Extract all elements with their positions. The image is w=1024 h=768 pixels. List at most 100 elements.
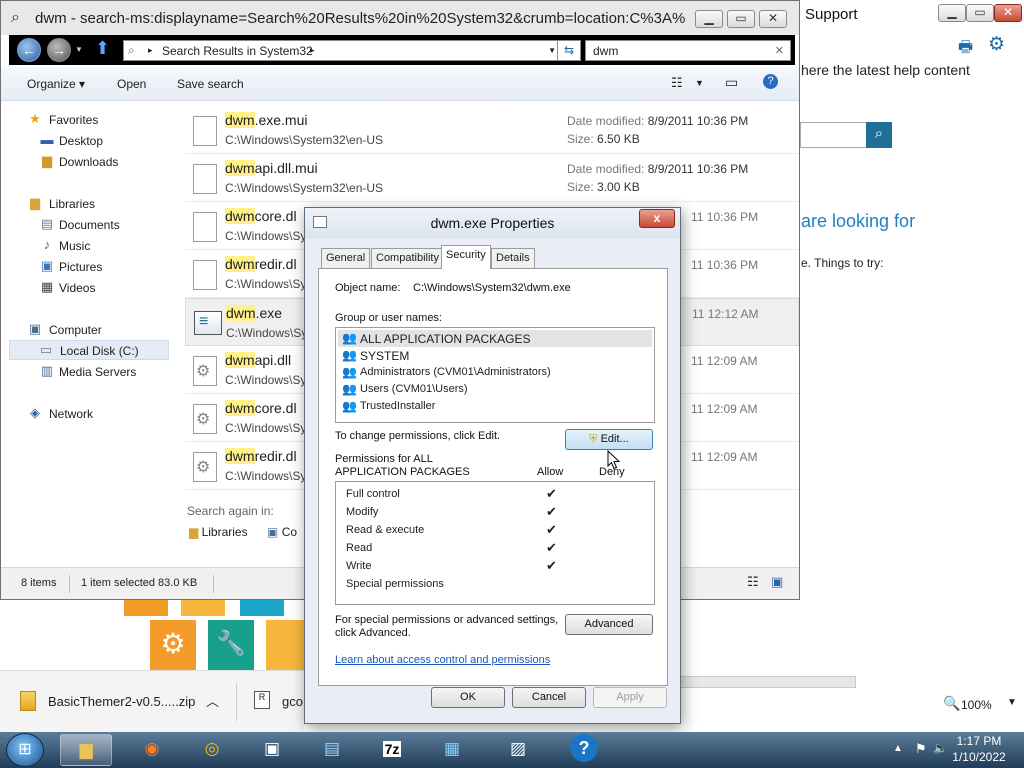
maximize-button[interactable]: ▭ <box>727 10 755 28</box>
zoom-icon[interactable]: 🔍 <box>943 695 960 712</box>
download-item-name[interactable]: BasicThemer2-v0.5.....zip <box>48 694 195 709</box>
nav-libraries[interactable]: ▆ Libraries <box>1 194 169 214</box>
nav-label: Favorites <box>49 113 99 127</box>
user-item[interactable]: 👥 Users (CVM01\Users) <box>338 381 652 398</box>
gear-tile-icon: ⚙ <box>150 620 196 670</box>
user-item[interactable]: 👥 SYSTEM <box>338 347 652 364</box>
clock-time[interactable]: 1:17 PM <box>944 734 1014 748</box>
search-icon[interactable]: ⌕ <box>866 122 892 148</box>
address-dropdown-icon[interactable]: ▼ <box>548 46 556 55</box>
large-icons-view-icon[interactable]: ▣ <box>771 574 783 590</box>
zoom-dropdown-icon[interactable]: ▼ <box>1007 697 1017 708</box>
close-button[interactable]: ✕ <box>759 10 787 28</box>
ok-button[interactable]: OK <box>431 687 505 708</box>
taskbar-notepad-icon[interactable]: ▤ <box>306 734 358 766</box>
user-item[interactable]: 👥 TrustedInstaller <box>338 398 652 415</box>
nav-documents[interactable]: ▤ Documents <box>1 215 169 235</box>
back-arrow-icon[interactable]: ← <box>17 38 41 62</box>
recent-pages-dropdown-icon[interactable]: ▼ <box>75 45 83 54</box>
dialog-close-button[interactable]: x <box>639 209 675 228</box>
gear-icon[interactable]: ⚙ <box>988 33 1005 56</box>
start-button[interactable]: ⊞ <box>6 733 44 767</box>
help-search-input[interactable] <box>800 122 866 148</box>
search-value[interactable]: dwm <box>593 44 618 58</box>
action-center-flag-icon[interactable]: ⚑ <box>915 741 927 757</box>
taskbar-monitor-icon[interactable]: ▨ <box>492 734 544 766</box>
nav-desktop[interactable]: ▬ Desktop <box>1 131 169 151</box>
nav-downloads[interactable]: ▆ Downloads <box>1 152 169 172</box>
explorer-titlebar[interactable]: ⌕ dwm - search-ms:displayname=Search%20R… <box>1 1 799 35</box>
taskbar-control-panel-icon[interactable]: ▦ <box>426 734 478 766</box>
open-button[interactable]: Open <box>117 77 146 91</box>
taskbar-firefox-icon[interactable]: ◉ <box>126 734 178 766</box>
zoom-level[interactable]: 100% <box>961 698 992 712</box>
result-name: dwmredir.dl <box>225 256 297 272</box>
details-view-icon[interactable]: ☷ <box>747 574 759 590</box>
nav-media-servers[interactable]: ▥ Media Servers <box>1 362 169 382</box>
taskbar-chrome-icon[interactable]: ◎ <box>186 734 238 766</box>
clear-search-icon[interactable]: ✕ <box>775 44 784 57</box>
user-item[interactable]: 👥 Administrators (CVM01\Administrators) <box>338 364 652 381</box>
up-arrow-icon[interactable]: ⬆ <box>95 38 110 59</box>
tab-general[interactable]: General <box>321 248 371 268</box>
videos-icon: ▦ <box>40 279 54 294</box>
print-icon[interactable]: 🖶 <box>958 36 973 63</box>
explorer-title: dwm - search-ms:displayname=Search%20Res… <box>35 10 685 27</box>
nav-computer[interactable]: ▣ Computer <box>1 320 169 340</box>
view-options-icon[interactable]: ☷ <box>671 75 683 91</box>
minimize-button[interactable]: ▁ <box>695 10 723 28</box>
preview-pane-icon[interactable]: ▭ <box>725 74 738 91</box>
tray-expand-icon[interactable]: ▲ <box>893 743 903 754</box>
address-bar[interactable]: ⌕ ▸ Search Results in System32 ▸ ▼ <box>123 40 563 61</box>
tab-details[interactable]: Details <box>491 248 535 268</box>
taskbar-7zip-icon[interactable]: 7z <box>366 734 418 766</box>
forward-arrow-icon[interactable]: → <box>47 38 71 62</box>
horizontal-scrollbar[interactable] <box>680 676 856 688</box>
tab-security[interactable]: Security <box>441 245 491 269</box>
performance-monitor-icon: ▨ <box>509 739 527 758</box>
search-again-computer[interactable]: ▣ Co <box>267 525 297 539</box>
apply-button[interactable]: Apply <box>593 687 667 708</box>
network-icon: ◈ <box>30 405 40 420</box>
nav-favorites[interactable]: ★ Favorites <box>1 110 169 130</box>
nav-network[interactable]: ◈ Network <box>1 404 169 424</box>
download-item-name[interactable]: gco <box>282 694 303 709</box>
object-name-value: C:\Windows\System32\dwm.exe <box>413 282 571 294</box>
result-name-rest: .exe.mui <box>254 112 308 128</box>
refresh-icon[interactable]: ⇆ <box>557 40 581 61</box>
help-icon[interactable]: ? <box>763 74 778 89</box>
tab-compatibility[interactable]: Compatibility <box>371 248 444 268</box>
taskbar-explorer-icon[interactable]: ▆ <box>60 734 112 766</box>
organize-button[interactable]: Organize ▾ <box>27 77 85 91</box>
nav-pictures[interactable]: ▣ Pictures <box>1 257 169 277</box>
nav-label: Media Servers <box>59 365 137 379</box>
notepad-icon: ▤ <box>323 739 341 758</box>
search-again-libraries[interactable]: ▆ Libraries <box>189 525 248 539</box>
result-row[interactable]: dwm.exe.mui C:\Windows\System32\en-US Da… <box>185 106 799 154</box>
user-item[interactable]: 👥 ALL APPLICATION PACKAGES <box>338 330 652 347</box>
taskbar-help-icon[interactable]: ? <box>558 734 610 766</box>
browser-minimize-button[interactable]: ▁ <box>938 4 966 22</box>
clock-date[interactable]: 1/10/2022 <box>944 750 1014 764</box>
view-dropdown-icon[interactable]: ▼ <box>695 78 704 88</box>
nav-videos[interactable]: ▦ Videos <box>1 278 169 298</box>
edit-button[interactable]: ⛨ Edit... <box>565 429 653 450</box>
advanced-button[interactable]: Advanced <box>565 614 653 635</box>
search-input[interactable]: dwm ✕ <box>585 40 791 61</box>
nav-music[interactable]: ♪ Music <box>1 236 169 256</box>
result-row[interactable]: dwmapi.dll.mui C:\Windows\System32\en-US… <box>185 154 799 202</box>
save-search-button[interactable]: Save search <box>177 77 244 91</box>
breadcrumb[interactable]: Search Results in System32 <box>162 44 313 58</box>
browser-close-button[interactable]: ✕ <box>994 4 1022 22</box>
dialog-titlebar[interactable]: dwm.exe Properties x <box>305 208 680 238</box>
nav-local-disk[interactable]: ▭ Local Disk (C:) <box>9 340 169 360</box>
breadcrumb-separator-icon[interactable]: ▸ <box>148 45 153 56</box>
cancel-button[interactable]: Cancel <box>512 687 586 708</box>
breadcrumb-separator-icon[interactable]: ▸ <box>310 45 315 56</box>
taskbar-app-icon[interactable]: ▣ <box>246 734 298 766</box>
search-again-computer-label: Co <box>281 525 298 539</box>
drive-icon: ▭ <box>39 342 53 357</box>
learn-access-control-link[interactable]: Learn about access control and permissio… <box>335 654 550 666</box>
browser-maximize-button[interactable]: ▭ <box>966 4 994 22</box>
chevron-up-icon[interactable]: ︿ <box>206 691 219 710</box>
